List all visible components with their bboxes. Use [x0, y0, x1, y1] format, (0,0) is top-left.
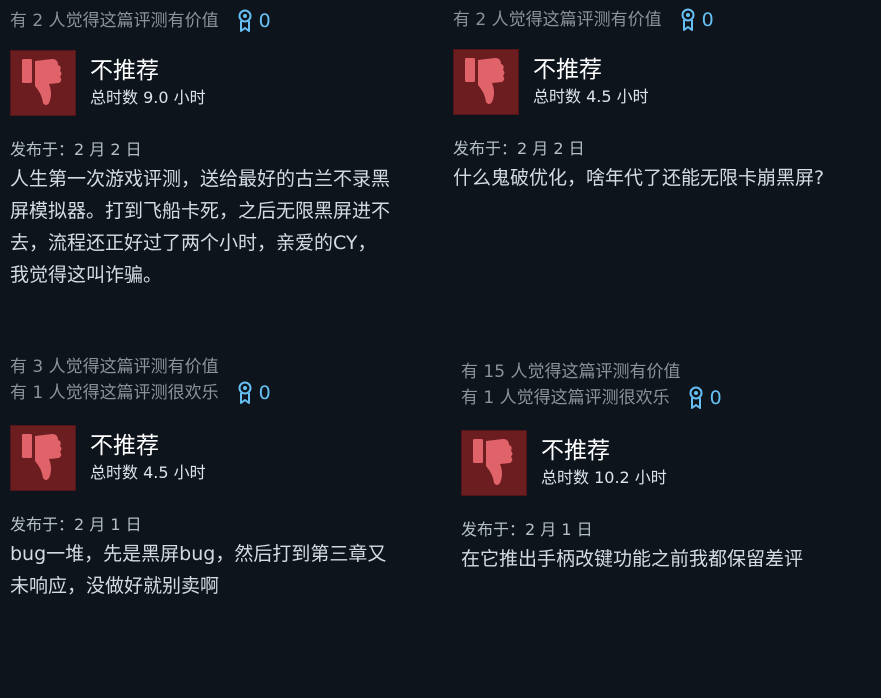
award-ribbon-icon [238, 9, 252, 32]
helpful-row: 有 15 人觉得这篇评测有价值 [461, 359, 881, 385]
award-ribbon-icon [689, 386, 703, 409]
award-ribbon-icon [238, 381, 252, 404]
helpful-count-text: 有 15 人觉得这篇评测有价值 [461, 362, 681, 382]
posted-date: 发布于：2 月 1 日 [461, 520, 593, 539]
verdict-row: 不推荐 总时数 4.5 小时 [10, 425, 430, 491]
thumbs-down-icon [473, 439, 513, 485]
review-line: bug一堆，先是黑屏bug，然后打到第三章又 [10, 543, 387, 565]
award-ribbon-icon [681, 8, 695, 31]
award-button[interactable]: 0 [680, 7, 714, 33]
review-card: 有 3 人觉得这篇评测有价值 有 1 人觉得这篇评测很欢乐 0 不推荐 总时数 … [10, 354, 430, 602]
verdict-row: 不推荐 总时数 10.2 小时 [461, 430, 881, 496]
award-count: 0 [258, 382, 271, 404]
posted-date: 发布于：2 月 2 日 [453, 139, 585, 158]
playtime-hours: 总时数 4.5 小时 [533, 87, 649, 106]
award-button[interactable]: 0 [688, 385, 722, 411]
review-line: 屏模拟器。打到飞船卡死，之后无限黑屏进不 [10, 200, 391, 222]
funny-count-text: 有 1 人觉得这篇评测很欢乐 [10, 383, 219, 403]
award-count: 0 [701, 9, 714, 31]
funny-row: 有 1 人觉得这篇评测很欢乐 0 [10, 380, 430, 406]
thumbs-down-badge[interactable] [10, 50, 76, 116]
thumbs-down-badge[interactable] [10, 425, 76, 491]
playtime-hours: 总时数 10.2 小时 [541, 468, 667, 487]
posted-date: 发布于：2 月 2 日 [10, 140, 142, 159]
thumbs-down-icon [465, 58, 505, 104]
review-card: 有 2 人觉得这篇评测有价值 0 不推荐 总时数 4.5 小时 发布于：2 月 … [453, 7, 873, 194]
verdict-row: 不推荐 总时数 4.5 小时 [453, 49, 873, 115]
verdict-text: 不推荐 总时数 10.2 小时 [541, 436, 667, 490]
verdict-text: 不推荐 总时数 4.5 小时 [533, 55, 649, 109]
helpful-count-text: 有 2 人觉得这篇评测有价值 [453, 10, 662, 30]
thumbs-down-icon [22, 59, 62, 105]
helpful-row: 有 3 人觉得这篇评测有价值 [10, 354, 430, 380]
verdict-text: 不推荐 总时数 4.5 小时 [90, 431, 206, 485]
funny-count-text: 有 1 人觉得这篇评测很欢乐 [461, 388, 670, 408]
verdict-title[interactable]: 不推荐 [90, 431, 206, 461]
award-count: 0 [709, 387, 722, 409]
review-line: 什么鬼破优化，啥年代了还能无限卡崩黑屏? [453, 167, 825, 189]
award-button[interactable]: 0 [237, 380, 271, 406]
verdict-title[interactable]: 不推荐 [533, 55, 649, 85]
thumbs-down-badge[interactable] [461, 430, 527, 496]
verdict-text: 不推荐 总时数 9.0 小时 [90, 56, 206, 110]
review-line: 我觉得这叫诈骗。 [10, 264, 163, 286]
review-line: 人生第一次游戏评测，送给最好的古兰不录黑 [10, 168, 391, 190]
posted-date: 发布于：2 月 1 日 [10, 515, 142, 534]
playtime-hours: 总时数 4.5 小时 [90, 463, 206, 482]
helpful-count-text: 有 3 人觉得这篇评测有价值 [10, 357, 219, 377]
helpful-row: 有 2 人觉得这篇评测有价值 0 [10, 8, 430, 34]
review-line: 在它推出手柄改键功能之前我都保留差评 [461, 548, 804, 570]
verdict-title[interactable]: 不推荐 [541, 436, 667, 466]
playtime-hours: 总时数 9.0 小时 [90, 88, 206, 107]
review-line: 未响应，没做好就别卖啊 [10, 575, 220, 597]
review-card: 有 2 人觉得这篇评测有价值 0 不推荐 总时数 9.0 小时 发布于：2 月 … [10, 8, 430, 291]
review-body: bug一堆，先是黑屏bug，然后打到第三章又 未响应，没做好就别卖啊 [10, 538, 430, 602]
funny-row: 有 1 人觉得这篇评测很欢乐 0 [461, 385, 881, 411]
helpful-count-text: 有 2 人觉得这篇评测有价值 [10, 11, 219, 31]
review-body: 人生第一次游戏评测，送给最好的古兰不录黑 屏模拟器。打到飞船卡死，之后无限黑屏进… [10, 163, 430, 291]
thumbs-down-badge[interactable] [453, 49, 519, 115]
verdict-row: 不推荐 总时数 9.0 小时 [10, 50, 430, 116]
review-body: 在它推出手柄改键功能之前我都保留差评 [461, 543, 881, 575]
review-body: 什么鬼破优化，啥年代了还能无限卡崩黑屏? [453, 162, 873, 194]
review-card: 有 15 人觉得这篇评测有价值 有 1 人觉得这篇评测很欢乐 0 不推荐 总时数… [461, 359, 881, 575]
award-count: 0 [258, 10, 271, 32]
review-line: 去，流程还正好过了两个小时，亲爱的CY， [10, 232, 377, 254]
thumbs-down-icon [22, 434, 62, 480]
award-button[interactable]: 0 [237, 8, 271, 34]
helpful-row: 有 2 人觉得这篇评测有价值 0 [453, 7, 873, 33]
verdict-title[interactable]: 不推荐 [90, 56, 206, 86]
